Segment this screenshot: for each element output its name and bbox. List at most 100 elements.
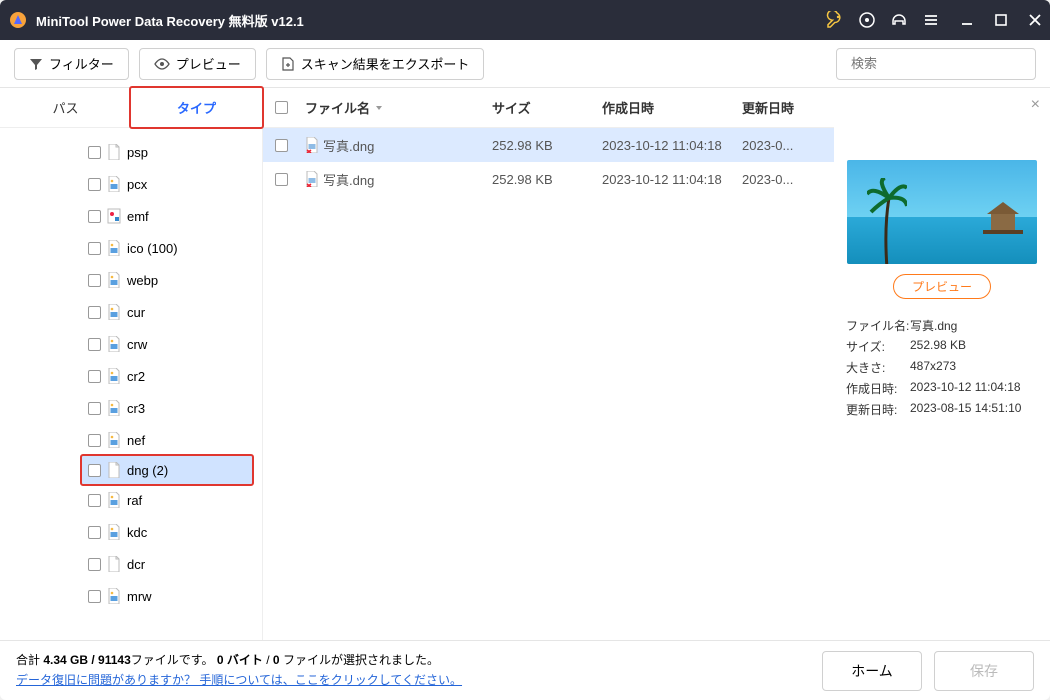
file-row[interactable]: 写真.dng 252.98 KB2023-10-12 11:04:182023-0… bbox=[263, 162, 834, 196]
tabbar: パス タイプ bbox=[0, 88, 262, 128]
tree-item[interactable]: crw bbox=[0, 328, 262, 360]
tree-item-label: cr3 bbox=[127, 401, 145, 416]
tree-item[interactable]: emf bbox=[0, 200, 262, 232]
tree-item[interactable]: dng (2) bbox=[80, 454, 254, 486]
col-created[interactable]: 作成日時 bbox=[602, 98, 742, 117]
preview-button[interactable]: プレビュー bbox=[139, 48, 256, 80]
preview-metadata: ファイル名:写真.dng サイズ:252.98 KB 大きさ:487x273 作… bbox=[846, 315, 1038, 420]
file-modified: 2023-0... bbox=[742, 172, 822, 187]
tree-item[interactable]: nef bbox=[0, 424, 262, 456]
tree-checkbox[interactable] bbox=[88, 242, 101, 255]
search-input[interactable] bbox=[851, 56, 1027, 71]
col-modified[interactable]: 更新日時 bbox=[742, 98, 822, 117]
tree-checkbox[interactable] bbox=[88, 464, 101, 477]
tree-item-label: raf bbox=[127, 493, 142, 508]
tree-item[interactable]: webp bbox=[0, 264, 262, 296]
tree-item-label: mrw bbox=[127, 589, 152, 604]
tree-checkbox[interactable] bbox=[88, 370, 101, 383]
tree-item-label: emf bbox=[127, 209, 149, 224]
tab-path[interactable]: パス bbox=[0, 88, 131, 127]
tree-checkbox[interactable] bbox=[88, 434, 101, 447]
help-link[interactable]: データ復旧に問題がありますか？ 手順については、ここをクリックしてください。 bbox=[16, 673, 462, 687]
tree-checkbox[interactable] bbox=[88, 402, 101, 415]
file-name: 写真.dng bbox=[323, 136, 374, 155]
tree-item[interactable]: pcx bbox=[0, 168, 262, 200]
status-bar: 合計 4.34 GB / 91143ファイルです。 0 バイト / 0 ファイル… bbox=[0, 640, 1050, 700]
tree-item[interactable]: kdc bbox=[0, 516, 262, 548]
export-icon bbox=[281, 57, 295, 71]
col-size[interactable]: サイズ bbox=[492, 98, 602, 117]
file-created: 2023-10-12 11:04:18 bbox=[602, 172, 742, 187]
tree-item-label: nef bbox=[127, 433, 145, 448]
file-created: 2023-10-12 11:04:18 bbox=[602, 138, 742, 153]
main-area: パス タイプ psp pcx emf ico (100) webpcurcrw cr2 cr… bbox=[0, 88, 1050, 640]
column-header: ファイル名 サイズ 作成日時 更新日時 bbox=[263, 88, 834, 128]
preview-thumbnail bbox=[847, 160, 1037, 264]
tree-item[interactable]: cur bbox=[0, 296, 262, 328]
preview-panel: × プレビュー ファイル名:写真.dng サイズ:252.98 KB 大きさ:4… bbox=[834, 88, 1050, 640]
row-checkbox[interactable] bbox=[275, 139, 288, 152]
home-button[interactable]: ホーム bbox=[822, 651, 922, 691]
status-summary: 合計 4.34 GB / 91143ファイルです。 0 バイト / 0 ファイル… bbox=[16, 651, 810, 689]
tab-type[interactable]: タイプ bbox=[129, 86, 264, 129]
filter-button[interactable]: フィルター bbox=[14, 48, 129, 80]
col-name[interactable]: ファイル名 bbox=[305, 98, 492, 117]
key-icon[interactable] bbox=[826, 11, 844, 29]
tree-checkbox[interactable] bbox=[88, 590, 101, 603]
app-logo-icon bbox=[8, 10, 28, 30]
save-button[interactable]: 保存 bbox=[934, 651, 1034, 691]
file-name: 写真.dng bbox=[323, 170, 374, 189]
tree-checkbox[interactable] bbox=[88, 526, 101, 539]
tree-item[interactable]: ico (100) bbox=[0, 232, 262, 264]
close-preview-icon[interactable]: × bbox=[1031, 96, 1040, 114]
close-icon[interactable] bbox=[1028, 13, 1042, 27]
title-bar: MiniTool Power Data Recovery 無料版 v12.1 bbox=[0, 0, 1050, 40]
hut-icon bbox=[983, 200, 1023, 234]
tree-checkbox[interactable] bbox=[88, 306, 101, 319]
menu-icon[interactable] bbox=[922, 11, 940, 29]
tree-checkbox[interactable] bbox=[88, 494, 101, 507]
sort-desc-icon bbox=[374, 103, 384, 113]
app-title: MiniTool Power Data Recovery 無料版 v12.1 bbox=[36, 11, 826, 30]
row-checkbox[interactable] bbox=[275, 173, 288, 186]
export-button[interactable]: スキャン結果をエクスポート bbox=[266, 48, 485, 80]
export-label: スキャン結果をエクスポート bbox=[301, 54, 470, 73]
palm-icon bbox=[867, 178, 907, 264]
toolbar: フィルター プレビュー スキャン結果をエクスポート bbox=[0, 40, 1050, 88]
tree-checkbox[interactable] bbox=[88, 146, 101, 159]
search-box[interactable] bbox=[836, 48, 1036, 80]
tree-item[interactable]: mrw bbox=[0, 580, 262, 608]
file-list: ファイル名 サイズ 作成日時 更新日時 写真.dng252.98 KB2023-… bbox=[262, 88, 834, 640]
tree-checkbox[interactable] bbox=[88, 338, 101, 351]
tree-item[interactable]: psp bbox=[0, 136, 262, 168]
preview-label: プレビュー bbox=[176, 54, 241, 73]
file-size: 252.98 KB bbox=[492, 172, 602, 187]
funnel-icon bbox=[29, 57, 43, 71]
type-tree[interactable]: psp pcx emf ico (100) webpcurcrw cr2 cr3 nef dng… bbox=[0, 128, 262, 608]
tree-checkbox[interactable] bbox=[88, 558, 101, 571]
tree-item[interactable]: dcr bbox=[0, 548, 262, 580]
tree-checkbox[interactable] bbox=[88, 178, 101, 191]
minimize-icon[interactable] bbox=[960, 13, 974, 27]
tree-item-label: kdc bbox=[127, 525, 147, 540]
tree-item-label: cr2 bbox=[127, 369, 145, 384]
file-row[interactable]: 写真.dng252.98 KB2023-10-12 11:04:182023-0… bbox=[263, 128, 834, 162]
tree-checkbox[interactable] bbox=[88, 210, 101, 223]
tree-checkbox[interactable] bbox=[88, 274, 101, 287]
tree-item-label: ico (100) bbox=[127, 241, 178, 256]
file-size: 252.98 KB bbox=[492, 138, 602, 153]
tree-item-label: psp bbox=[127, 145, 148, 160]
disc-icon[interactable] bbox=[858, 11, 876, 29]
preview-open-button[interactable]: プレビュー bbox=[893, 274, 991, 299]
maximize-icon[interactable] bbox=[994, 13, 1008, 27]
eye-icon bbox=[154, 57, 170, 71]
tree-item[interactable]: cr2 bbox=[0, 360, 262, 392]
headset-icon[interactable] bbox=[890, 11, 908, 29]
tree-item-label: dcr bbox=[127, 557, 145, 572]
select-all-checkbox[interactable] bbox=[275, 101, 288, 114]
left-panel: パス タイプ psp pcx emf ico (100) webpcurcrw cr2 cr… bbox=[0, 88, 262, 640]
tree-item[interactable]: raf bbox=[0, 484, 262, 516]
tree-item[interactable]: cr3 bbox=[0, 392, 262, 424]
filter-label: フィルター bbox=[49, 54, 114, 73]
tree-item-label: dng (2) bbox=[127, 463, 168, 478]
